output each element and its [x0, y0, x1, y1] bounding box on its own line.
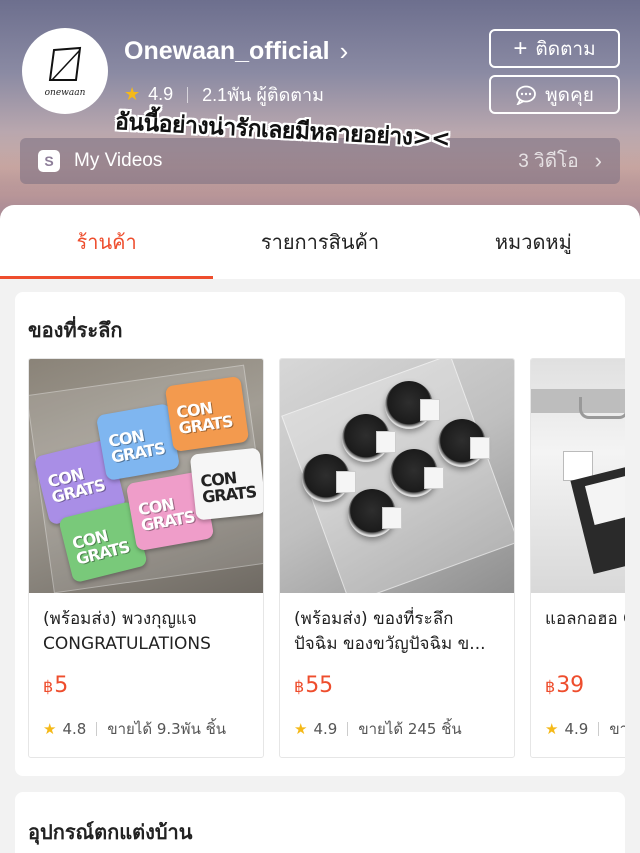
product-image: [531, 359, 625, 593]
product-carousel[interactable]: CON GRATS CON GRATS CON GRATS CON GRATS CON G…: [28, 358, 625, 758]
chevron-right-icon: ›: [594, 148, 602, 173]
product-rating: 4.8: [62, 720, 87, 738]
chat-button-label: พูดคุย: [545, 84, 594, 106]
product-image: CON GRATS CON GRATS CON GRATS CON GRATS CON G…: [29, 359, 263, 593]
product-card[interactable]: (พร้อมส่ง) ของที่ระลึก ปัจฉิม ของขวัญปัจ…: [279, 358, 515, 758]
product-name: (พร้อมส่ง) ของที่ระลึก ปัจฉิม ของขวัญปัจ…: [294, 609, 486, 654]
divider: [187, 86, 189, 103]
star-icon: ★: [294, 720, 308, 738]
star-icon: ★: [124, 84, 141, 104]
product-card[interactable]: CON GRATS CON GRATS CON GRATS CON GRATS CON G…: [28, 358, 264, 758]
tab-categories[interactable]: หมวดหมู่: [427, 205, 640, 279]
shop-tabs: ร้านค้า รายการสินค้า หมวดหมู่: [0, 205, 640, 279]
product-rating: 4.9: [564, 720, 589, 738]
shop-name: Onewaan_official: [124, 37, 330, 65]
product-meta: ★ 4.8 ขายได้ 9.3พัน ชิ้น: [43, 717, 226, 741]
shop-stats: ★ 4.9 2.1พัน ผู้ติดตาม: [124, 80, 324, 109]
product-sold: ขาย: [609, 720, 625, 738]
videos-count-link: 3 วิดีโอ ›: [518, 146, 602, 176]
product-price: ฿5: [43, 673, 69, 698]
product-price: ฿55: [294, 673, 334, 698]
section-title: อุปกรณ์ตกแต่งบ้าน: [28, 820, 193, 844]
follow-button[interactable]: + ติดตาม: [489, 29, 620, 68]
shop-rating: 4.9: [148, 84, 174, 104]
video-icon: S: [38, 150, 60, 172]
shop-followers: 2.1พัน ผู้ติดตาม: [202, 85, 324, 105]
product-card[interactable]: แอลกอฮอ CONGRA ฿39 ★ 4.9 ขาย: [530, 358, 625, 758]
product-meta: ★ 4.9 ขายได้ 245 ชิ้น: [294, 717, 462, 741]
shop-name-link[interactable]: Onewaan_official ›: [124, 36, 348, 67]
section-souvenirs: ของที่ระลึก CON GRATS CON GRATS CON GRATS C…: [15, 292, 625, 776]
product-sold: ขายได้ 9.3พัน ชิ้น: [107, 720, 227, 738]
product-image: [280, 359, 514, 593]
product-meta: ★ 4.9 ขาย: [545, 717, 625, 741]
shop-logo-text: onewaan: [44, 88, 86, 98]
chat-button[interactable]: พูดคุย: [489, 75, 620, 114]
follow-button-label: ติดตาม: [535, 38, 596, 60]
star-icon: ★: [43, 720, 57, 738]
product-rating: 4.9: [313, 720, 338, 738]
chat-bubble-icon: [516, 85, 537, 105]
chevron-right-icon: ›: [339, 36, 349, 66]
star-icon: ★: [545, 720, 559, 738]
product-name: แอลกอฮอ CONGRA: [545, 609, 625, 629]
product-name: (พร้อมส่ง) พวงกุญแจ CONGRATULATIONS: [43, 609, 211, 654]
section-home-decor: อุปกรณ์ตกแต่งบ้าน: [15, 792, 625, 853]
tab-shop[interactable]: ร้านค้า: [0, 205, 214, 279]
shop-avatar[interactable]: onewaan: [22, 28, 108, 114]
plus-icon: +: [513, 34, 528, 62]
product-sold: ขายได้ 245 ชิ้น: [358, 720, 462, 738]
product-price: ฿39: [545, 673, 585, 698]
section-title: ของที่ระลึก: [28, 318, 123, 342]
videos-count: 3 วิดีโอ: [518, 151, 579, 172]
my-videos-label: My Videos: [74, 150, 163, 171]
shop-logo-icon: [48, 46, 82, 81]
tab-products[interactable]: รายการสินค้า: [213, 205, 426, 279]
